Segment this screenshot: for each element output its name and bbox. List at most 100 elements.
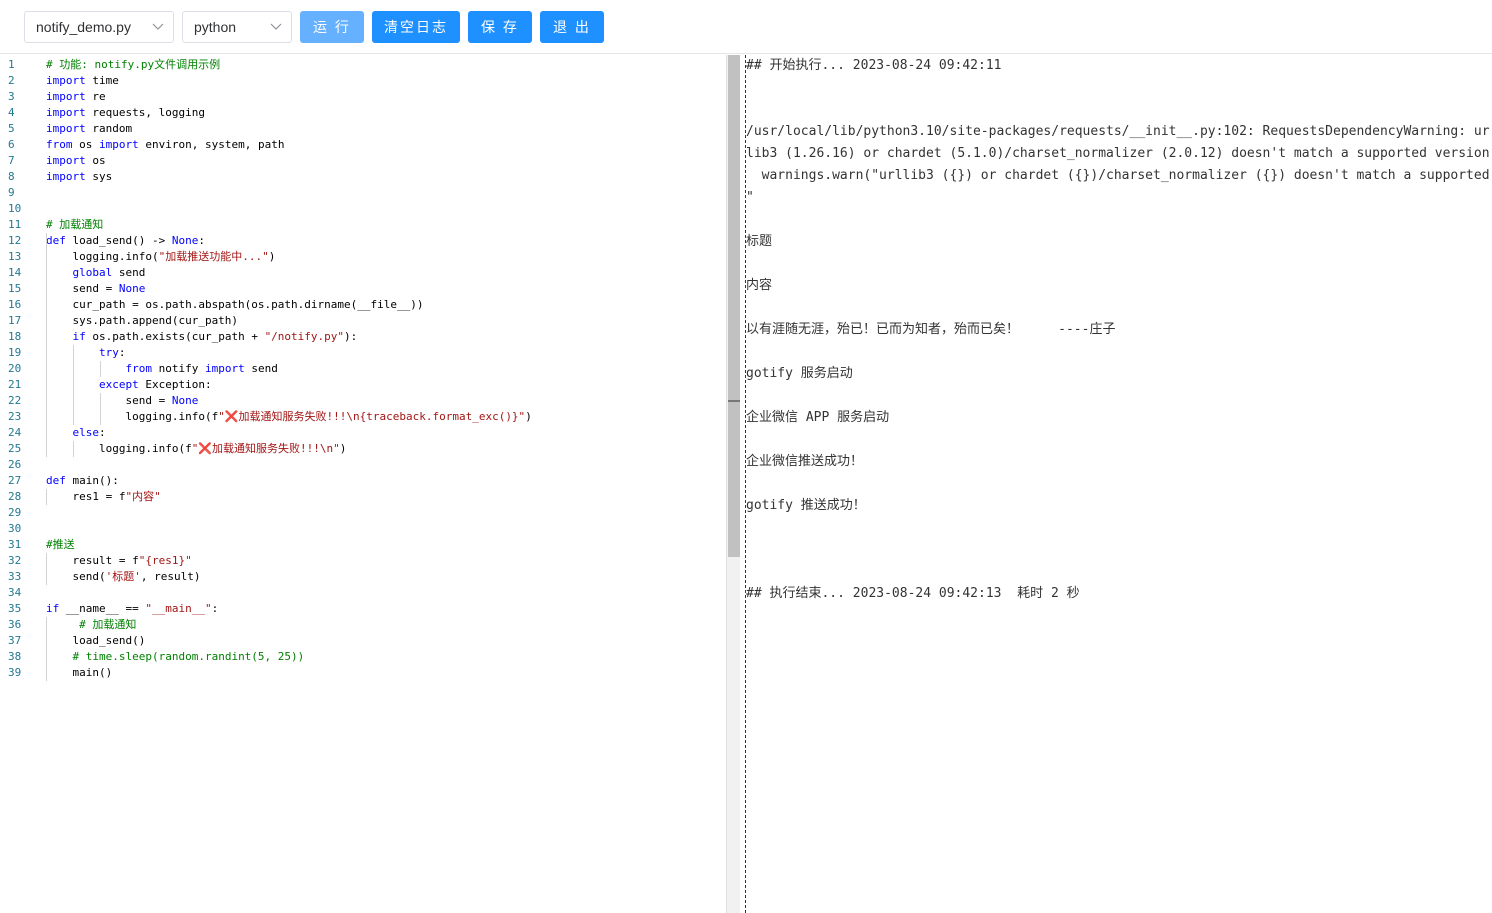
- indent-guide: [100, 393, 101, 425]
- code-token: logging.info(f: [46, 410, 219, 423]
- log-line: ## 执行结束... 2023-08-24 09:42:13 耗时 2 秒: [746, 586, 1080, 601]
- code-text: except Exception:: [46, 377, 212, 393]
- code-line: 21 except Exception:: [0, 377, 726, 393]
- chevron-down-icon: [270, 23, 282, 30]
- code-text: #推送: [46, 537, 75, 553]
- line-number: 6: [8, 138, 15, 151]
- code-line: 8 import sys: [0, 169, 726, 185]
- code-line: 15 send = None: [0, 281, 726, 297]
- code-token: result = f: [46, 554, 139, 567]
- save-button[interactable]: 保 存: [468, 11, 532, 43]
- code-line: 24 else:: [0, 425, 726, 441]
- code-text: import requests, logging: [46, 105, 205, 121]
- code-token: notify: [151, 362, 205, 375]
- log-line: warnings.warn("urllib3 ({}) or chardet (…: [746, 168, 1490, 183]
- line-number: 11: [8, 218, 22, 231]
- code-token: ): [525, 410, 532, 423]
- code-text: load_send(): [46, 633, 145, 649]
- log-line: 内容: [746, 278, 773, 293]
- language-select-value: python: [194, 19, 237, 35]
- code-line: 34: [0, 585, 726, 601]
- code-token: global: [72, 266, 113, 279]
- code-line: 29: [0, 505, 726, 521]
- code-line: 19 try:: [0, 345, 726, 361]
- code-text: from os import environ, system, path: [46, 137, 284, 153]
- code-token: import: [46, 106, 86, 119]
- code-token: logging.info(f: [46, 442, 192, 455]
- code-token: #推送: [46, 538, 75, 551]
- language-select[interactable]: python: [182, 11, 292, 43]
- code-token: send =: [46, 282, 119, 295]
- code-text: global send: [46, 265, 146, 281]
- code-token: def: [46, 474, 66, 487]
- code-token: from: [125, 362, 152, 375]
- code-line: 14 global send: [0, 265, 726, 281]
- indent-guide: [100, 361, 101, 377]
- code-token: # 加载通知: [79, 618, 137, 631]
- code-token: "加载推送功能中...": [158, 250, 269, 263]
- code-token: "内容": [125, 490, 161, 503]
- log-line: ## 开始执行... 2023-08-24 09:42:11: [746, 58, 1002, 73]
- code-editor[interactable]: 1 # 功能: notify.py文件调用示例 2 import time 3 impor…: [0, 55, 726, 913]
- code-token: import: [99, 138, 139, 151]
- code-token: None: [118, 282, 146, 295]
- exit-button[interactable]: 退 出: [540, 11, 604, 43]
- code-token: import: [46, 122, 86, 135]
- code-line: 32 result = f"{res1}": [0, 553, 726, 569]
- code-token: __name__ ==: [59, 602, 146, 615]
- file-select[interactable]: notify_demo.py: [24, 11, 174, 43]
- code-text: import time: [46, 73, 119, 89]
- code-token: main(): [46, 666, 113, 679]
- code-text: send('标题', result): [46, 569, 200, 585]
- log-line: 标题: [746, 234, 773, 249]
- code-token: environ, system, path: [138, 138, 285, 151]
- code-token: load_send() ->: [65, 234, 172, 247]
- code-token: load_send(): [46, 634, 146, 647]
- run-button[interactable]: 运 行: [300, 11, 364, 43]
- editor-scrollbar[interactable]: [726, 55, 740, 913]
- code-text: else:: [46, 425, 106, 441]
- line-number: 4: [8, 106, 15, 119]
- line-number: 35: [8, 602, 22, 615]
- code-token: None: [171, 234, 199, 247]
- code-text: import os: [46, 153, 106, 169]
- code-token: send =: [46, 394, 172, 407]
- code-text: if __name__ == "__main__":: [46, 601, 218, 617]
- code-token: # time.sleep(random.randint(5, 25)): [72, 650, 305, 663]
- code-line: 20 from notify import send: [0, 361, 726, 377]
- code-line: 31 #推送: [0, 537, 726, 553]
- line-number: 39: [8, 666, 22, 679]
- code-line: 39 main(): [0, 665, 726, 681]
- line-number: 14: [8, 266, 22, 279]
- code-line: 6 from os import environ, system, path: [0, 137, 726, 153]
- line-number: 9: [8, 186, 15, 199]
- indent-guide: [46, 233, 47, 457]
- code-token: import: [204, 362, 245, 375]
- code-token: else: [72, 426, 100, 439]
- code-line: 12 def load_send() -> None:: [0, 233, 726, 249]
- code-token: if: [46, 602, 60, 615]
- code-text: send = None: [46, 393, 198, 409]
- code-token: "❌加载通知服务失败!!!\n": [191, 442, 340, 455]
- line-number: 27: [8, 474, 22, 487]
- code-token: # 功能: notify.py文件调用示例: [46, 58, 221, 71]
- line-number: 3: [8, 90, 15, 103]
- indent-guide: [46, 617, 47, 681]
- code-token: "__main__": [145, 602, 212, 615]
- log-line: lib3 (1.26.16) or chardet (5.1.0)/charse…: [746, 146, 1490, 161]
- code-text: try:: [46, 345, 126, 361]
- line-number: 16: [8, 298, 22, 311]
- code-token: logging.info(: [46, 250, 159, 263]
- code-text: # 加载通知: [46, 617, 136, 633]
- clear-log-button[interactable]: 清空日志: [372, 11, 460, 43]
- code-token: '标题': [105, 570, 141, 583]
- code-token: sys: [92, 170, 113, 183]
- code-line: 28 res1 = f"内容": [0, 489, 726, 505]
- line-number: 34: [8, 586, 22, 599]
- scrollbar-thumb[interactable]: [728, 55, 740, 557]
- code-token: if: [72, 330, 86, 343]
